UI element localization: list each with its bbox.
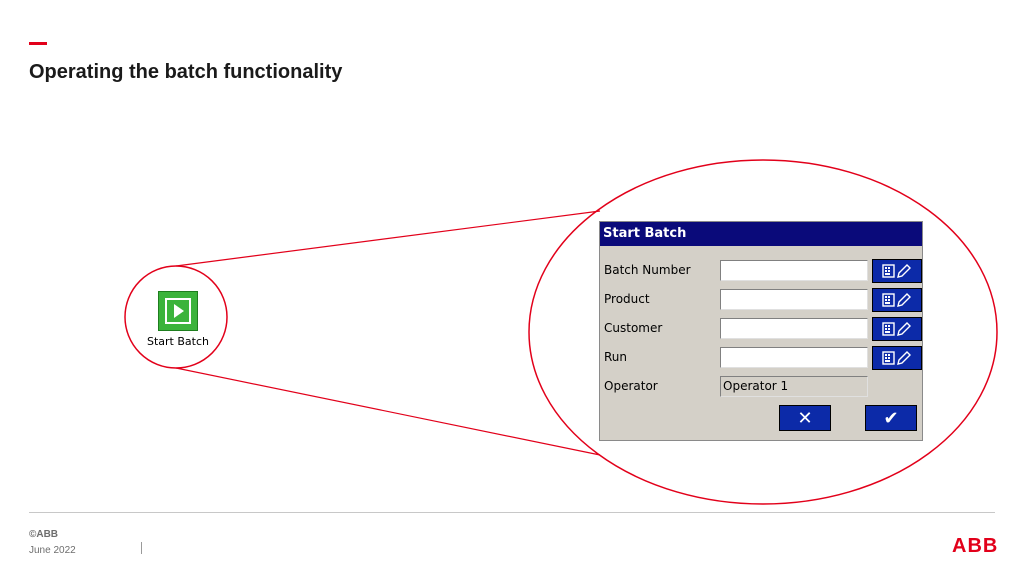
play-icon[interactable] [158,291,198,331]
keyboard-edit-button[interactable] [872,288,922,312]
keyboard-edit-button[interactable] [872,259,922,283]
keyboard-edit-icon [882,351,911,365]
cancel-button[interactable]: ✕ [779,405,831,431]
footer-divider-line [29,512,995,513]
keyboard-edit-icon [882,293,911,307]
field-row-run: Run [604,346,922,370]
close-icon: ✕ [797,407,813,429]
batch-number-input[interactable] [720,260,868,281]
field-label: Batch Number [604,263,691,277]
zoom-line-top [175,210,601,267]
field-row-product: Product [604,288,922,312]
keyboard-edit-icon [882,322,911,336]
dialog-title: Start Batch [600,222,922,246]
field-row-customer: Customer [604,317,922,341]
field-label: Run [604,350,628,364]
start-batch-shortcut[interactable]: Start Batch [140,291,216,348]
abb-logo: ABB [952,535,999,557]
start-batch-dialog: Start Batch Batch Number Product Custome… [599,221,923,441]
field-row-batch-number: Batch Number [604,259,922,283]
field-label: Customer [604,321,663,335]
keyboard-edit-button[interactable] [872,346,922,370]
footer-separator [141,542,142,554]
footer-date: June 2022 [29,545,76,556]
customer-input[interactable] [720,318,868,339]
checkmark-icon: ✔ [883,407,899,429]
start-batch-label: Start Batch [147,335,209,348]
operator-field: Operator 1 [720,376,868,397]
copyright: ©ABB [29,529,59,540]
field-label: Operator [604,379,658,393]
field-row-operator: Operator Operator 1 [604,376,922,398]
product-input[interactable] [720,289,868,310]
field-label: Product [604,292,650,306]
confirm-button[interactable]: ✔ [865,405,917,431]
run-input[interactable] [720,347,868,368]
keyboard-edit-icon [882,264,911,278]
keyboard-edit-button[interactable] [872,317,922,341]
zoom-line-bottom [175,367,601,456]
